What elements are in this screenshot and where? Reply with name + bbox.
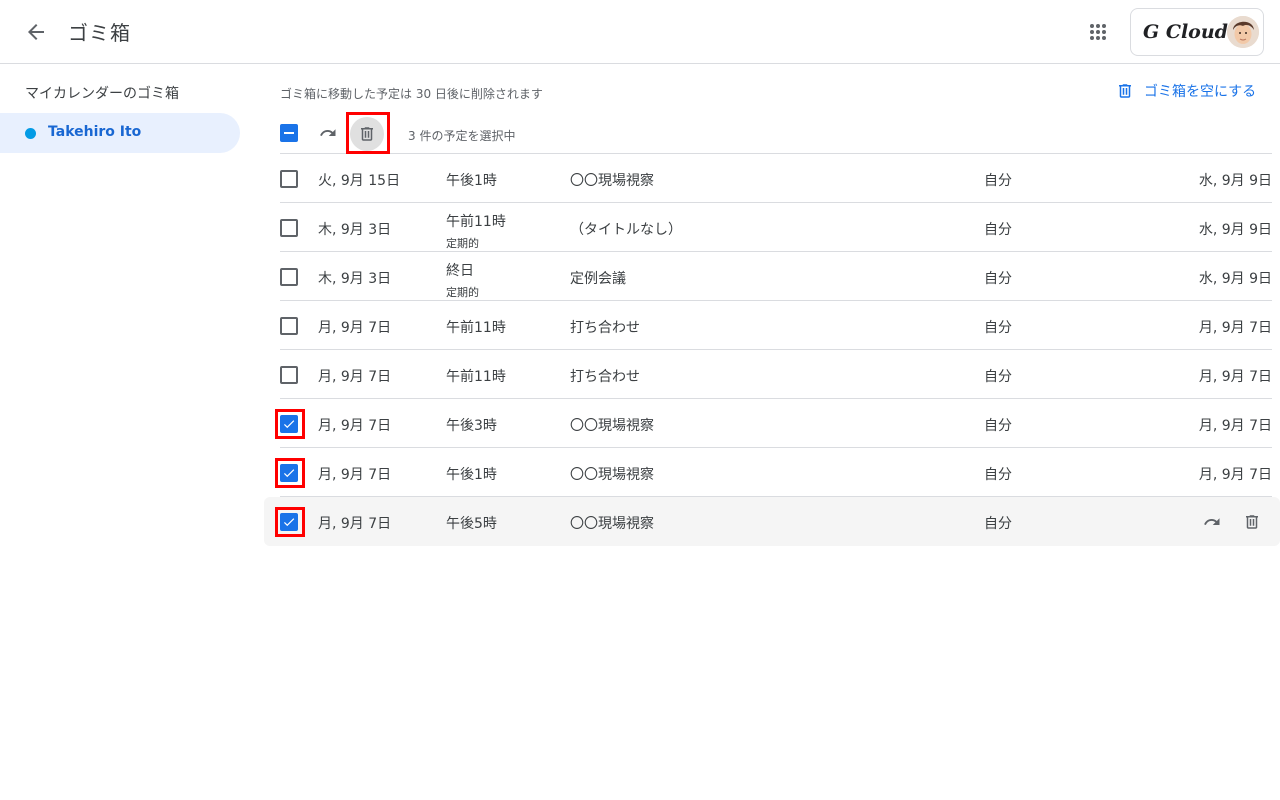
event-title: 〇〇現場視察 xyxy=(570,173,654,189)
check-icon xyxy=(283,469,295,478)
avatar[interactable] xyxy=(1227,16,1259,48)
empty-trash-label: ゴミ箱を空にする xyxy=(1144,84,1257,100)
select-all-checkbox[interactable] xyxy=(280,124,298,142)
row-checkbox[interactable] xyxy=(280,415,298,433)
event-title: 打ち合わせ xyxy=(570,369,640,385)
row-checkbox[interactable] xyxy=(280,317,298,335)
trash-icon xyxy=(1246,515,1258,529)
sidebar-item-label: Takehiro Ito xyxy=(48,124,142,140)
table-row[interactable]: 月, 9月 7日 午前11時 打ち合わせ 自分 月, 9月 7日 xyxy=(264,350,1280,399)
row-checkbox[interactable] xyxy=(280,170,298,188)
event-title: 〇〇現場視察 xyxy=(570,418,654,434)
recurring-label: 定期的 xyxy=(446,237,479,250)
deleted-date: 水, 9月 9日 xyxy=(1198,271,1272,287)
selection-toolbar: 3 件の予定を選択中 xyxy=(280,112,1272,154)
deleted-date: 月, 9月 7日 xyxy=(1198,418,1272,434)
event-date: 木, 9月 3日 xyxy=(318,222,392,238)
event-owner: 自分 xyxy=(984,418,1012,434)
event-owner: 自分 xyxy=(984,320,1012,336)
recurring-label: 定期的 xyxy=(446,286,479,299)
row-checkbox[interactable] xyxy=(280,464,298,482)
event-time: 午前11時 xyxy=(446,369,506,385)
event-title: 〇〇現場視察 xyxy=(570,467,654,483)
event-date: 月, 9月 7日 xyxy=(318,418,392,434)
sidebar-item-calendar[interactable]: Takehiro Ito xyxy=(0,113,240,153)
retention-notice: ゴミ箱に移動した予定は 30 日後に削除されます xyxy=(280,87,543,101)
restore-icon xyxy=(320,129,336,136)
empty-trash-button[interactable]: ゴミ箱を空にする xyxy=(1116,80,1256,102)
event-date: 月, 9月 7日 xyxy=(318,369,392,385)
check-icon xyxy=(283,420,295,429)
table-row[interactable]: 月, 9月 7日 午後5時 〇〇現場視察 自分 xyxy=(264,497,1280,546)
event-date: 火, 9月 15日 xyxy=(318,173,401,189)
account-brand[interactable]: G Cloud xyxy=(1130,8,1264,56)
deleted-date: 月, 9月 7日 xyxy=(1198,467,1272,483)
event-time: 午後5時 xyxy=(446,516,497,532)
event-time: 終日 xyxy=(446,263,474,279)
table-row[interactable]: 月, 9月 7日 午後1時 〇〇現場視察 自分 月, 9月 7日 xyxy=(264,448,1280,497)
table-row[interactable]: 木, 9月 3日 終日 定期的 定例会議 自分 水, 9月 9日 xyxy=(264,252,1280,301)
apps-button[interactable] xyxy=(1082,16,1114,48)
deleted-date: 月, 9月 7日 xyxy=(1198,320,1272,336)
restore-icon xyxy=(1204,518,1220,525)
event-owner: 自分 xyxy=(984,222,1012,238)
row-restore-button[interactable] xyxy=(1200,510,1224,534)
trash-icon xyxy=(1119,84,1131,98)
apps-grid-icon xyxy=(1090,24,1106,40)
event-title: 〇〇現場視察 xyxy=(570,516,654,532)
event-owner: 自分 xyxy=(984,467,1012,483)
back-button[interactable] xyxy=(20,16,52,48)
row-checkbox[interactable] xyxy=(280,268,298,286)
delete-selected-button[interactable] xyxy=(350,117,384,151)
event-owner: 自分 xyxy=(984,173,1012,189)
trash-event-list: 火, 9月 15日 午後1時 〇〇現場視察 自分 水, 9月 9日 木, 9月 … xyxy=(264,154,1280,546)
row-checkbox[interactable] xyxy=(280,219,298,237)
event-time: 午後1時 xyxy=(446,467,497,483)
app-header: ゴミ箱 G Cloud xyxy=(0,0,1280,64)
deleted-date: 水, 9月 9日 xyxy=(1198,222,1272,238)
event-owner: 自分 xyxy=(984,271,1012,287)
event-date: 月, 9月 7日 xyxy=(318,516,392,532)
event-time: 午後3時 xyxy=(446,418,497,434)
restore-selected-button[interactable] xyxy=(316,121,340,145)
table-row[interactable]: 月, 9月 7日 午後3時 〇〇現場視察 自分 月, 9月 7日 xyxy=(264,399,1280,448)
table-row[interactable]: 火, 9月 15日 午後1時 〇〇現場視察 自分 水, 9月 9日 xyxy=(264,154,1280,203)
event-title: 定例会議 xyxy=(570,271,626,287)
row-checkbox[interactable] xyxy=(280,366,298,384)
sidebar-heading: マイカレンダーのゴミ箱 xyxy=(25,86,179,102)
brand-logo: G Cloud xyxy=(1143,21,1228,43)
table-row[interactable]: 月, 9月 7日 午前11時 打ち合わせ 自分 月, 9月 7日 xyxy=(264,301,1280,350)
back-arrow-icon xyxy=(28,24,44,40)
trash-icon xyxy=(361,127,373,141)
deleted-date: 水, 9月 9日 xyxy=(1198,173,1272,189)
deleted-date: 月, 9月 7日 xyxy=(1198,369,1272,385)
event-date: 月, 9月 7日 xyxy=(318,320,392,336)
event-date: 月, 9月 7日 xyxy=(318,467,392,483)
event-date: 木, 9月 3日 xyxy=(318,271,392,287)
table-row[interactable]: 木, 9月 3日 午前11時 定期的 （タイトルなし） 自分 水, 9月 9日 xyxy=(264,203,1280,252)
avatar-photo-icon xyxy=(1227,16,1259,48)
event-title: 打ち合わせ xyxy=(570,320,640,336)
selection-count: 3 件の予定を選択中 xyxy=(408,129,516,143)
row-delete-button[interactable] xyxy=(1240,510,1264,534)
event-time: 午前11時 xyxy=(446,214,506,230)
event-time: 午後1時 xyxy=(446,173,497,189)
event-time: 午前11時 xyxy=(446,320,506,336)
event-owner: 自分 xyxy=(984,369,1012,385)
event-owner: 自分 xyxy=(984,516,1012,532)
page-title: ゴミ箱 xyxy=(68,21,131,45)
event-title: （タイトルなし） xyxy=(570,222,682,238)
row-checkbox[interactable] xyxy=(280,513,298,531)
check-icon xyxy=(283,518,295,527)
calendar-color-dot xyxy=(25,128,36,139)
